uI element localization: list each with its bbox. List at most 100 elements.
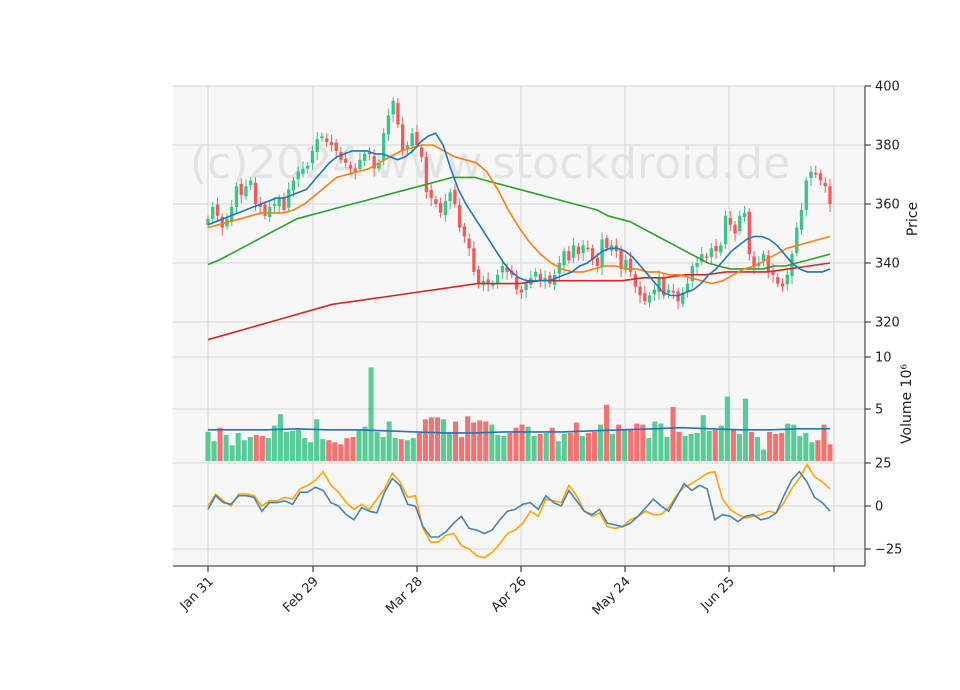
volume-bar bbox=[706, 430, 712, 461]
volume-bar bbox=[247, 437, 253, 461]
volume-bar bbox=[513, 427, 519, 461]
volume-bar bbox=[296, 429, 302, 461]
volume-bar bbox=[283, 431, 290, 461]
volume-bar bbox=[797, 436, 803, 461]
volume-bar bbox=[374, 431, 380, 461]
volume-bar bbox=[567, 432, 573, 461]
volume-bar bbox=[700, 415, 706, 461]
volume-bar bbox=[579, 436, 585, 461]
volume-bar bbox=[326, 440, 332, 461]
x-axis: Jan 31 Feb 29 Mar 28 Apr 26 May 24 Jun 25 bbox=[173, 565, 865, 618]
volume-bar bbox=[694, 432, 700, 461]
y-tick-label: 340 bbox=[875, 257, 900, 272]
volume-bar bbox=[211, 441, 217, 461]
volume-bar bbox=[434, 417, 441, 461]
x-tick-label: Feb 29 bbox=[280, 574, 322, 616]
x-tick-label: Jun 25 bbox=[698, 574, 738, 614]
volume-bar bbox=[362, 426, 368, 461]
volume-bar bbox=[803, 432, 809, 461]
volume-bar bbox=[302, 438, 308, 461]
volume-bar bbox=[356, 429, 362, 461]
volume-bar bbox=[761, 449, 767, 461]
volume-bar bbox=[646, 438, 652, 461]
volume-bar bbox=[410, 438, 416, 461]
volume-bar bbox=[453, 421, 459, 461]
x-tick-label: Apr 26 bbox=[489, 574, 530, 615]
volume-bar bbox=[767, 431, 773, 461]
volume-bar bbox=[549, 427, 555, 461]
volume-bar bbox=[622, 428, 628, 461]
volume-bar bbox=[223, 435, 229, 461]
indicator-panel bbox=[173, 461, 865, 566]
volume-bar bbox=[259, 436, 265, 461]
candle bbox=[424, 151, 429, 199]
volume-bar bbox=[308, 442, 314, 461]
y-tick-label: 10 bbox=[875, 351, 892, 366]
volume-bar bbox=[265, 438, 271, 461]
volume-bar bbox=[344, 438, 350, 461]
y-tick-label: −25 bbox=[875, 543, 902, 558]
volume-bar bbox=[277, 414, 284, 461]
volume-axis-label: Volume 10⁶ bbox=[899, 364, 915, 444]
y-tick-label: 360 bbox=[875, 198, 900, 213]
volume-bar bbox=[465, 416, 471, 461]
volume-bar bbox=[380, 437, 386, 461]
volume-bar bbox=[555, 441, 561, 461]
volume-bar bbox=[459, 437, 465, 461]
volume-bar bbox=[773, 433, 779, 461]
volume-bar bbox=[688, 433, 694, 461]
volume-bar bbox=[519, 424, 525, 461]
volume-bar bbox=[253, 435, 259, 461]
y-tick-label: 320 bbox=[875, 316, 900, 331]
stock-chart: (c)2024 www.stockdroid.de 32034036038040… bbox=[173, 80, 921, 618]
volume-bar bbox=[664, 437, 670, 461]
volume-bar bbox=[736, 433, 742, 461]
y-axes: 320 340 360 380 400 5 10 25 0 −25 bbox=[864, 80, 902, 566]
volume-bar bbox=[440, 419, 447, 461]
volume-bar bbox=[561, 433, 567, 461]
volume-bar bbox=[543, 432, 549, 461]
volume-bar bbox=[754, 437, 761, 461]
volume-bar bbox=[368, 367, 374, 461]
volume-bar bbox=[350, 437, 356, 461]
volume-bar bbox=[386, 421, 392, 461]
volume-bar bbox=[676, 431, 682, 461]
volume-bar bbox=[604, 404, 610, 461]
volume-bar bbox=[392, 438, 398, 461]
volume-bar bbox=[428, 417, 434, 461]
volume-bar bbox=[217, 427, 223, 461]
volume-bar bbox=[531, 436, 537, 461]
volume-bar bbox=[791, 424, 797, 461]
volume-bar bbox=[422, 419, 428, 461]
volume-bar bbox=[398, 439, 404, 461]
candle bbox=[747, 208, 751, 261]
candle bbox=[723, 210, 728, 250]
volume-bar bbox=[483, 421, 489, 461]
price-axis-label: Price bbox=[905, 202, 921, 236]
volume-bar bbox=[652, 421, 658, 461]
volume-bar bbox=[320, 439, 326, 461]
volume-bar bbox=[712, 429, 718, 461]
volume-bar bbox=[718, 425, 724, 461]
y-tick-label: 5 bbox=[875, 403, 883, 418]
volume-bar bbox=[501, 436, 507, 461]
volume-bar bbox=[229, 445, 235, 461]
volume-bar bbox=[730, 429, 736, 461]
volume-bar bbox=[495, 435, 501, 461]
y-tick-label: 0 bbox=[875, 500, 883, 515]
volume-bar bbox=[271, 425, 277, 461]
volume-bar bbox=[404, 440, 410, 461]
volume-bar bbox=[821, 424, 827, 461]
volume-bar bbox=[477, 420, 483, 461]
volume-bar bbox=[489, 424, 495, 461]
volume-bar bbox=[827, 444, 833, 461]
volume-bar bbox=[537, 433, 543, 461]
volume-bar bbox=[290, 430, 296, 461]
volume-bar bbox=[205, 431, 211, 461]
price-panel bbox=[173, 86, 865, 353]
volume-bar bbox=[815, 440, 821, 461]
volume-bar bbox=[332, 442, 338, 461]
y-tick-label: 400 bbox=[875, 80, 900, 95]
volume-bar bbox=[628, 429, 634, 461]
volume-bar bbox=[338, 444, 344, 461]
